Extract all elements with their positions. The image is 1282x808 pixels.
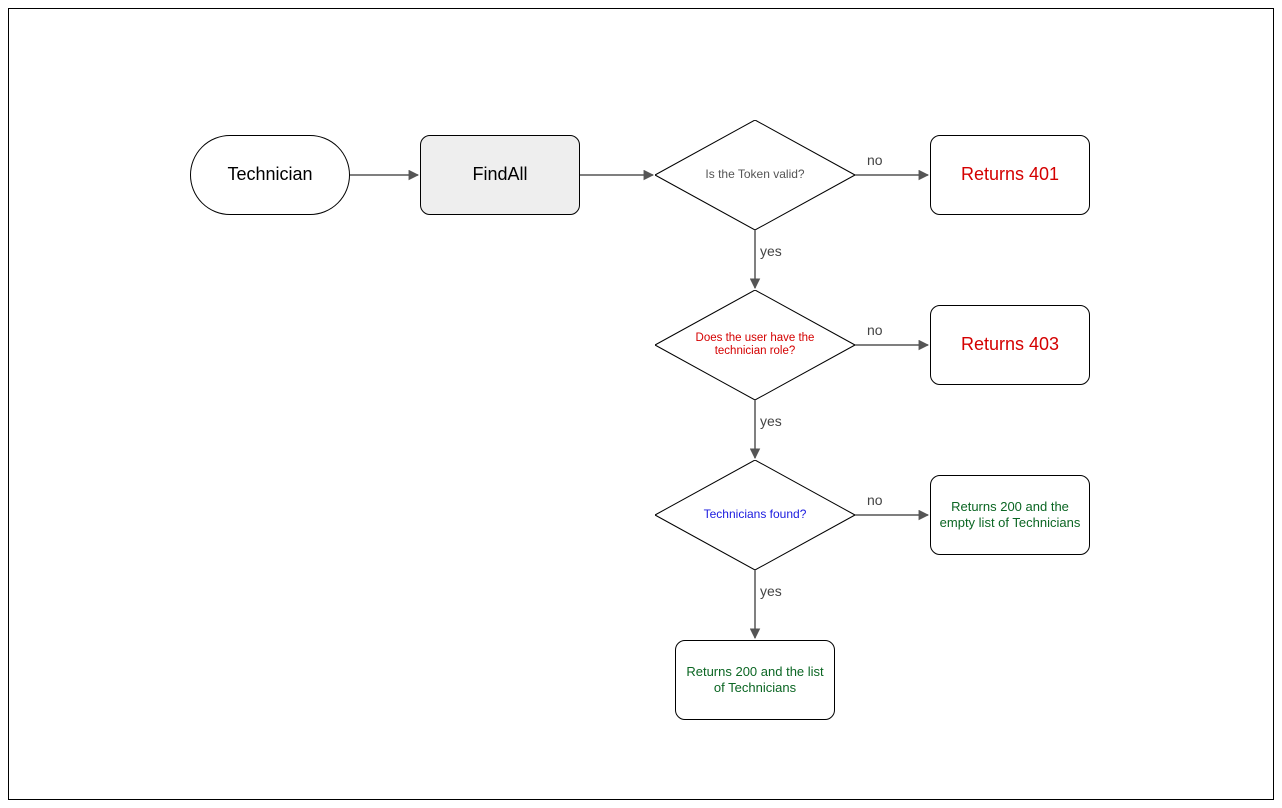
edge-label-yes: yes [760, 413, 782, 429]
process-label: FindAll [472, 164, 527, 186]
process-findall: FindAll [420, 135, 580, 215]
edge-label-yes: yes [760, 583, 782, 599]
result-label: Returns 200 and the empty list of Techni… [937, 499, 1083, 530]
result-403: Returns 403 [930, 305, 1090, 385]
result-label: Returns 401 [961, 164, 1059, 186]
result-200-empty: Returns 200 and the empty list of Techni… [930, 475, 1090, 555]
decision-technicians-found: Technicians found? [655, 460, 855, 570]
terminator-label: Technician [227, 164, 312, 186]
result-label: Returns 403 [961, 334, 1059, 356]
flowchart-canvas: Technician FindAll Is the Token valid? R… [0, 0, 1282, 808]
terminator-technician: Technician [190, 135, 350, 215]
decision-label: Is the Token valid? [691, 153, 819, 197]
result-401: Returns 401 [930, 135, 1090, 215]
decision-has-role: Does the user have the technician role? [655, 290, 855, 400]
decision-token-valid: Is the Token valid? [655, 120, 855, 230]
outer-frame [8, 8, 1274, 800]
result-200-list: Returns 200 and the list of Technicians [675, 640, 835, 720]
edge-label-no: no [867, 152, 883, 168]
edge-label-no: no [867, 492, 883, 508]
result-label: Returns 200 and the list of Technicians [682, 664, 828, 695]
decision-label: Technicians found? [691, 493, 819, 537]
decision-label: Does the user have the technician role? [691, 323, 819, 367]
edge-label-no: no [867, 322, 883, 338]
edge-label-yes: yes [760, 243, 782, 259]
